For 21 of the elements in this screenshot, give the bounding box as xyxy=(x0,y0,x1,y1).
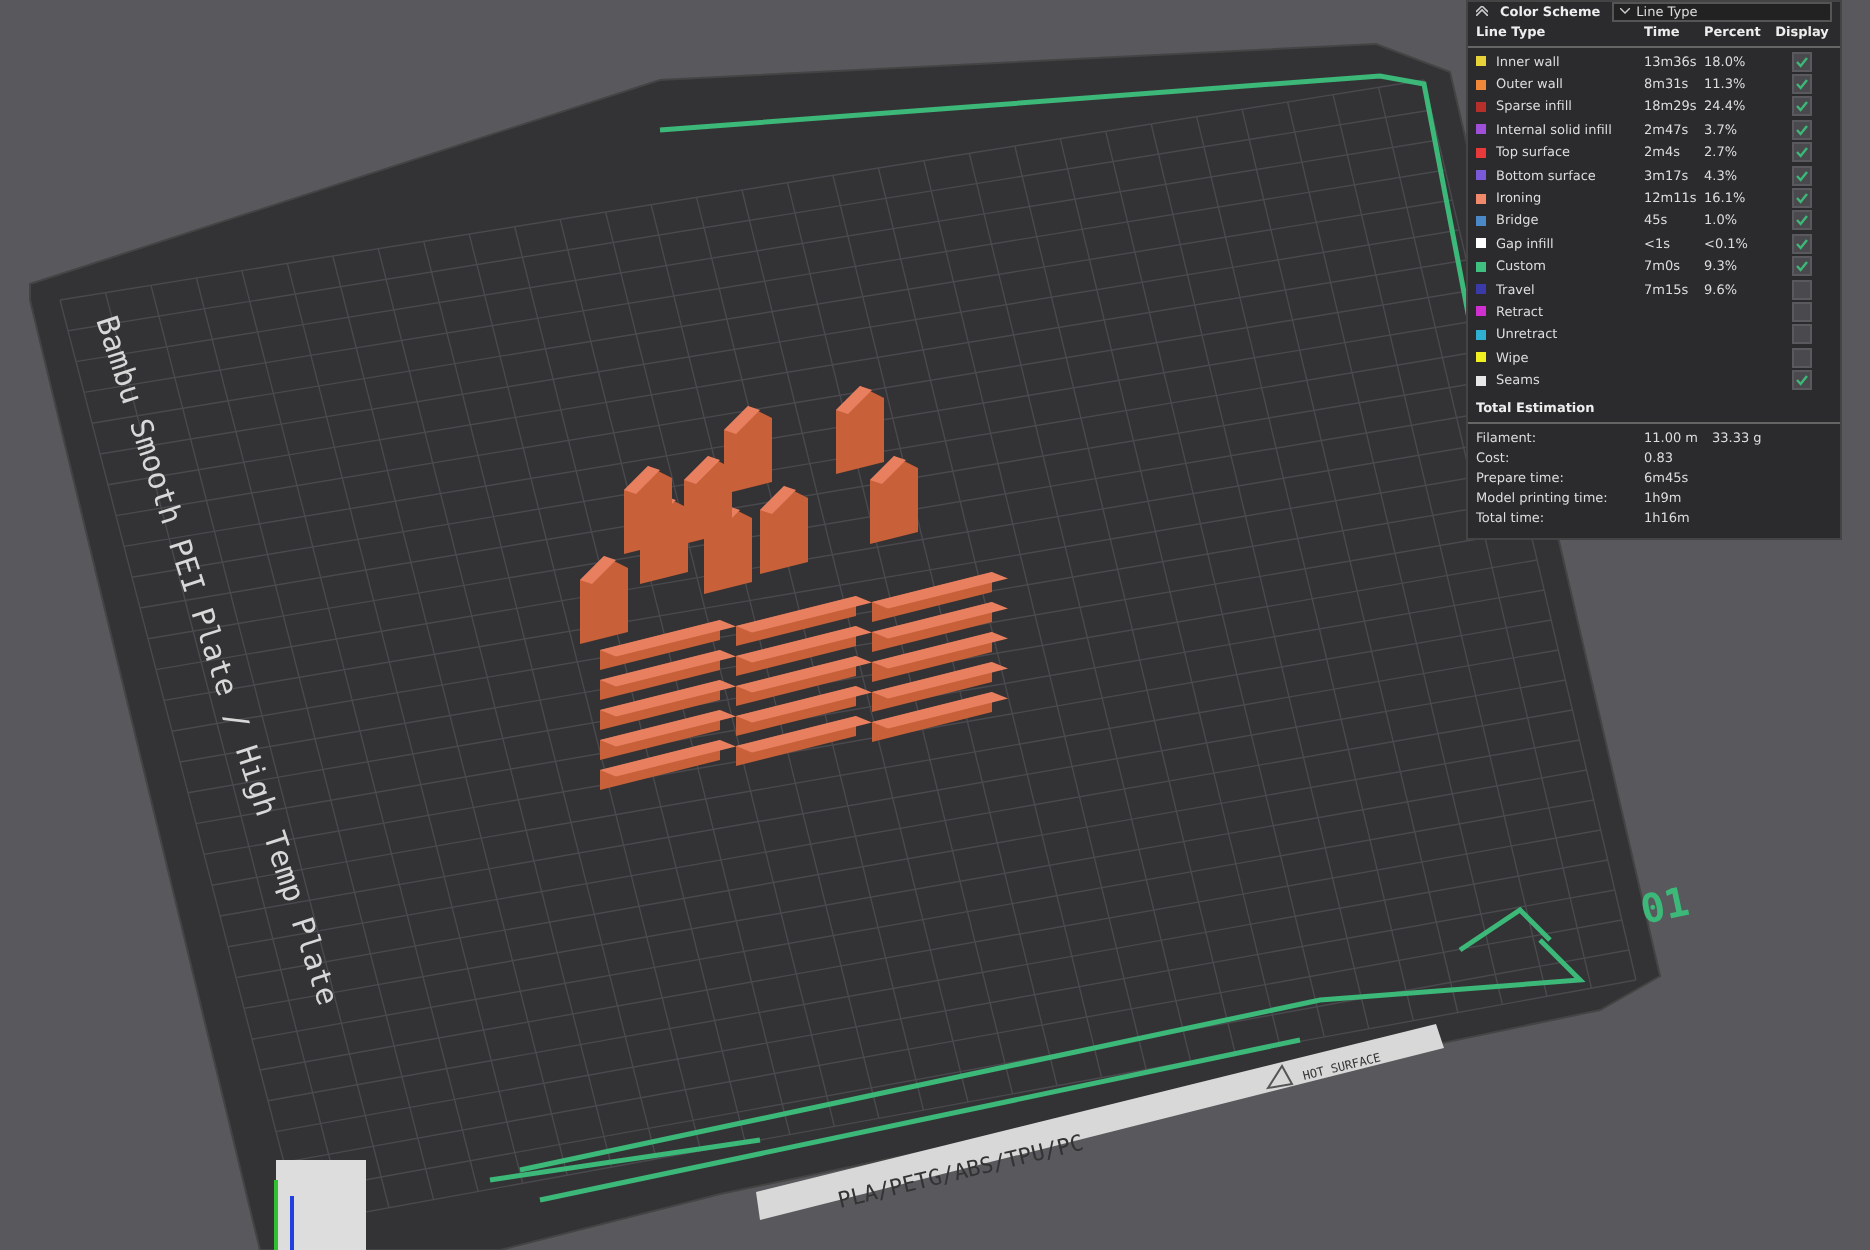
display-checkbox[interactable] xyxy=(1792,119,1812,140)
display-checkbox[interactable] xyxy=(1792,51,1812,72)
display-checkbox[interactable] xyxy=(1792,74,1812,95)
chevron-down-icon xyxy=(1620,8,1631,14)
display-checkbox[interactable] xyxy=(1792,233,1812,254)
warning-icon xyxy=(1265,1064,1294,1090)
display-checkbox[interactable] xyxy=(1792,301,1812,322)
display-checkbox[interactable] xyxy=(1792,279,1812,300)
display-checkbox[interactable] xyxy=(1792,324,1812,345)
collapse-icon[interactable] xyxy=(1476,6,1488,16)
plate-name: Bambu Smooth PEI Plate / High Temp Plate xyxy=(88,311,346,1010)
display-checkbox[interactable] xyxy=(1792,142,1812,163)
display-checkbox[interactable] xyxy=(1792,165,1812,186)
display-checkbox[interactable] xyxy=(1792,96,1812,117)
display-checkbox[interactable] xyxy=(1792,210,1812,231)
display-checkbox[interactable] xyxy=(1792,256,1812,277)
display-checkbox[interactable] xyxy=(1792,347,1812,368)
plate-number: 01 xyxy=(1636,876,1694,934)
display-checkbox[interactable] xyxy=(1792,188,1812,209)
axis-gizmo-drawing xyxy=(274,1160,366,1250)
display-checkbox[interactable] xyxy=(1792,370,1812,391)
